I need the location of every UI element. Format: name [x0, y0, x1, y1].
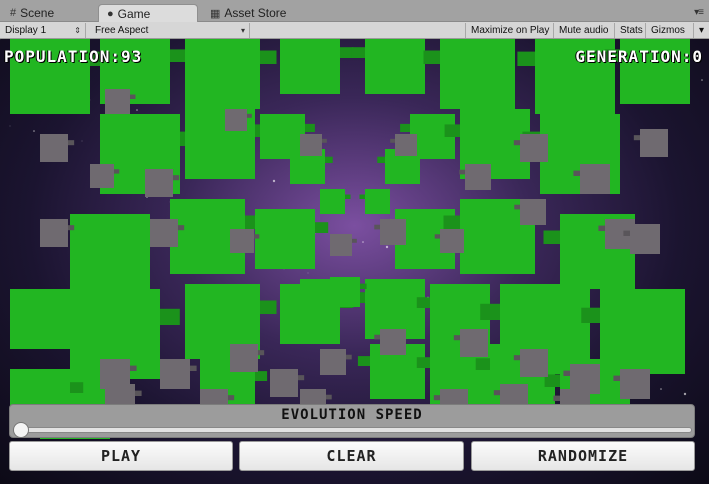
star	[385, 245, 389, 249]
star	[362, 241, 364, 243]
evolution-speed-slider[interactable]	[22, 427, 692, 433]
live-cube	[10, 289, 70, 349]
dead-cube	[460, 329, 488, 357]
star	[307, 272, 309, 274]
dead-cube	[40, 219, 68, 247]
tab-game-label: Game	[117, 6, 151, 21]
evolution-speed-label: EVOLUTION SPEED	[281, 407, 423, 423]
live-cube	[320, 189, 345, 214]
dead-cube	[520, 134, 548, 162]
tab-game[interactable]: ● Game	[98, 4, 198, 22]
live-cube	[330, 277, 360, 307]
population-readout: POPULATION:93	[4, 47, 142, 66]
dead-cube	[105, 89, 130, 114]
tab-asset-store[interactable]: ▦ Asset Store	[202, 4, 294, 22]
game-icon: ●	[107, 7, 114, 20]
display-dropdown[interactable]: Display 1 ⇕	[0, 23, 86, 38]
tab-scene[interactable]: # Scene	[2, 4, 62, 22]
live-cube	[280, 39, 340, 94]
dead-cube	[230, 229, 254, 253]
dead-cube	[145, 169, 173, 197]
dead-cube	[380, 219, 406, 245]
generation-value: 0	[692, 47, 703, 66]
display-dropdown-label: Display 1	[5, 25, 47, 36]
tab-asset-store-label: Asset Store	[224, 6, 287, 20]
chevron-down-icon: ▾	[240, 26, 245, 35]
dead-cube	[620, 369, 650, 399]
dead-cube	[320, 349, 346, 375]
dead-cube	[230, 344, 258, 372]
gizmos-dropdown[interactable]: Gizmos	[645, 23, 693, 38]
population-value: 93	[120, 47, 143, 66]
dead-cube	[640, 129, 668, 157]
maximize-on-play-label: Maximize on Play	[471, 25, 550, 36]
dead-cube	[270, 369, 298, 397]
dead-cube	[160, 359, 190, 389]
dead-cube	[630, 224, 660, 254]
star	[701, 79, 703, 81]
live-cube	[255, 209, 315, 269]
dead-cube	[225, 109, 247, 131]
live-cube	[70, 214, 150, 294]
live-cube	[440, 39, 515, 109]
gizmos-chevron-icon[interactable]: ▾	[693, 23, 709, 38]
dead-cube	[150, 219, 178, 247]
dead-cube	[40, 134, 68, 162]
scene-icon: #	[10, 7, 17, 19]
dead-cube	[520, 349, 548, 377]
live-cube	[185, 39, 260, 109]
evolution-speed-slider-thumb[interactable]	[13, 422, 29, 438]
game-viewport[interactable]: POPULATION:93 GENERATION:0 EVOLUTION SPE…	[0, 39, 709, 484]
star	[683, 392, 687, 396]
aspect-dropdown-label: Free Aspect	[95, 25, 149, 36]
live-cube	[365, 189, 390, 214]
play-button[interactable]: PLAY	[9, 441, 233, 471]
dead-cube	[520, 199, 546, 225]
clear-button[interactable]: CLEAR	[239, 441, 464, 471]
dead-cube	[90, 164, 114, 188]
dead-cube	[380, 329, 406, 355]
game-view-toolbar: Display 1 ⇕ Free Aspect ▾ Maximize on Pl…	[0, 22, 709, 39]
mute-audio-toggle[interactable]: Mute audio	[553, 23, 613, 38]
editor-tab-bar: # Scene ● Game ▦ Asset Store ▾≡	[0, 0, 709, 22]
gizmos-label: Gizmos	[651, 25, 685, 36]
maximize-on-play-toggle[interactable]: Maximize on Play	[465, 23, 554, 38]
aspect-dropdown[interactable]: Free Aspect ▾	[90, 23, 250, 38]
dead-cube	[330, 234, 352, 256]
star	[660, 388, 662, 390]
tab-scene-label: Scene	[20, 6, 55, 20]
generation-readout: GENERATION:0	[575, 47, 703, 66]
dead-cube	[440, 229, 464, 253]
star	[81, 140, 83, 142]
dead-cube	[395, 134, 417, 156]
unity-editor-window: # Scene ● Game ▦ Asset Store ▾≡ Display …	[0, 0, 709, 484]
updown-icon: ⇕	[74, 26, 81, 35]
stats-toggle[interactable]: Stats	[614, 23, 648, 38]
generation-label: GENERATION:	[575, 47, 693, 66]
dead-cube	[300, 134, 322, 156]
dead-cube	[580, 164, 610, 194]
dead-cube	[465, 164, 491, 190]
star	[33, 130, 35, 132]
star	[9, 125, 11, 127]
stats-label: Stats	[620, 25, 643, 36]
star	[272, 179, 276, 183]
panel-menu-icon[interactable]: ▾≡	[694, 7, 704, 18]
evolution-speed-panel: EVOLUTION SPEED	[9, 404, 695, 438]
mute-audio-label: Mute audio	[559, 25, 609, 36]
asset-store-icon: ▦	[210, 7, 221, 20]
population-label: POPULATION:	[4, 47, 121, 66]
star	[136, 109, 138, 111]
live-cube	[365, 39, 425, 94]
randomize-button[interactable]: RANDOMIZE	[471, 441, 695, 471]
